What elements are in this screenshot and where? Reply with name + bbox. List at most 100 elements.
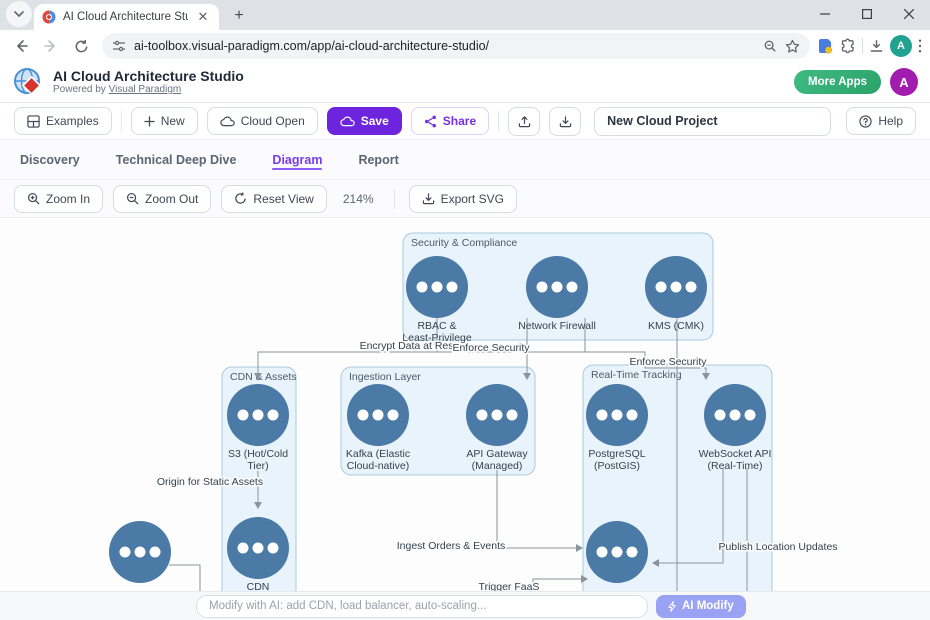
browser-urlbar: ai-toolbox.visual-paradigm.com/app/ai-cl… (0, 30, 930, 62)
node-kms[interactable]: KMS (CMK) (645, 256, 707, 332)
diagram-canvas[interactable]: Security & ComplianceCDN & AssetsIngesti… (0, 218, 930, 620)
project-name-input[interactable] (594, 107, 831, 136)
cloud-open-label: Cloud Open (241, 114, 305, 128)
bookmark-star-icon[interactable] (785, 39, 800, 54)
zoom-in-button[interactable]: Zoom In (14, 185, 103, 213)
visual-paradigm-link[interactable]: Visual Paradigm (109, 84, 182, 95)
tab-title: AI Cloud Architecture Studio (63, 11, 188, 23)
edge-label-0: Encrypt Data at Rest (360, 340, 457, 352)
examples-grid-icon (27, 115, 40, 128)
tab-technical-deep-dive[interactable]: Technical Deep Dive (116, 140, 237, 179)
tab-diagram[interactable]: Diagram (272, 140, 322, 179)
download-button[interactable] (549, 107, 581, 136)
node-dot (656, 282, 667, 293)
node-s3[interactable]: S3 (Hot/ColdTier) (227, 384, 289, 472)
group-label-security: Security & Compliance (411, 237, 517, 249)
divider (121, 111, 122, 131)
ai-prompt-input[interactable] (196, 595, 648, 618)
browser-profile-avatar[interactable]: A (890, 35, 912, 57)
node-dot (745, 410, 756, 421)
export-icon (422, 192, 435, 205)
node-dot (447, 282, 458, 293)
cloud-icon (220, 116, 235, 127)
visual-paradigm-logo-icon (12, 66, 44, 98)
tab-close-icon[interactable]: ✕ (195, 9, 211, 25)
zoom-out-icon (126, 192, 139, 205)
node-dot (627, 410, 638, 421)
node-dot (552, 282, 563, 293)
new-label: New (161, 114, 185, 128)
node-dot (268, 543, 279, 554)
node-dot (238, 410, 249, 421)
node-dot (597, 410, 608, 421)
downloads-icon[interactable] (869, 39, 884, 54)
kebab-menu-icon[interactable] (918, 39, 922, 53)
node-kafka[interactable]: Kafka (ElasticCloud-native) (346, 384, 410, 472)
node-dot (507, 410, 518, 421)
architecture-diagram: Security & ComplianceCDN & AssetsIngesti… (0, 218, 930, 620)
app-user-avatar[interactable]: A (890, 68, 918, 96)
node-dot (373, 410, 384, 421)
node-label-postgres: PostgreSQL(PostGIS) (588, 448, 645, 472)
edge-arrowhead (576, 544, 583, 552)
save-button[interactable]: Save (327, 107, 402, 135)
help-icon (859, 115, 872, 128)
node-client[interactable] (109, 521, 171, 583)
chrome-actions: A (818, 35, 922, 57)
close-window-icon[interactable] (888, 0, 930, 28)
node-label-apigw: API Gateway(Managed) (466, 448, 528, 472)
zoom-level-value: 214% (343, 192, 374, 206)
node-dot (253, 410, 264, 421)
edge-label-3: Origin for Static Assets (157, 476, 263, 488)
node-dot (432, 282, 443, 293)
main-toolbar: Examples New Cloud Open Save Share H (0, 103, 930, 140)
divider (862, 38, 863, 54)
back-icon[interactable] (8, 33, 34, 59)
site-settings-icon[interactable] (112, 39, 126, 53)
share-button[interactable]: Share (411, 107, 489, 135)
new-button[interactable]: New (131, 107, 198, 135)
zoom-out-label: Zoom Out (145, 192, 198, 206)
node-dot (388, 410, 399, 421)
help-button[interactable]: Help (846, 107, 916, 135)
reset-view-icon (234, 192, 247, 205)
export-svg-button[interactable]: Export SVG (409, 185, 517, 213)
import-button[interactable] (508, 107, 540, 136)
url-field[interactable]: ai-toolbox.visual-paradigm.com/app/ai-cl… (102, 33, 810, 59)
node-dot (627, 547, 638, 558)
cloud-open-button[interactable]: Cloud Open (207, 107, 318, 135)
node-postgres[interactable]: PostgreSQL(PostGIS) (586, 384, 648, 472)
tab-search-chevron-icon[interactable] (6, 1, 32, 27)
reset-view-button[interactable]: Reset View (221, 185, 326, 213)
edge-label-1: Enforce Security (452, 342, 530, 354)
ai-modify-button[interactable]: AI Modify (656, 595, 746, 618)
node-dot (150, 547, 161, 558)
browser-tab[interactable]: AI Cloud Architecture Studio ✕ (34, 4, 219, 30)
new-tab-button[interactable]: + (227, 7, 251, 25)
share-label: Share (443, 114, 476, 128)
node-apigw[interactable]: API Gateway(Managed) (466, 384, 528, 472)
window-controls (804, 0, 930, 28)
tab-report[interactable]: Report (358, 140, 398, 179)
page-title: AI Cloud Architecture Studio (53, 68, 785, 84)
examples-button[interactable]: Examples (14, 107, 112, 135)
node-label-kafka: Kafka (ElasticCloud-native) (346, 448, 410, 472)
export-svg-label: Export SVG (441, 192, 504, 206)
refresh-icon[interactable] (68, 33, 94, 59)
lens-icon[interactable] (818, 38, 834, 54)
forward-icon[interactable] (38, 33, 64, 59)
zoom-toolbar: Zoom In Zoom Out Reset View 214% Export … (0, 180, 930, 218)
node-dot (612, 547, 623, 558)
minimize-icon[interactable] (804, 0, 846, 28)
zoom-in-icon (27, 192, 40, 205)
tab-discovery[interactable]: Discovery (20, 140, 80, 179)
extensions-puzzle-icon[interactable] (840, 38, 856, 54)
node-faas[interactable] (586, 521, 648, 583)
zoom-out-button[interactable]: Zoom Out (113, 185, 211, 213)
node-label-kms: KMS (CMK) (648, 320, 704, 332)
url-text[interactable]: ai-toolbox.visual-paradigm.com/app/ai-cl… (134, 39, 755, 53)
maximize-icon[interactable] (846, 0, 888, 28)
zoom-indicator-icon[interactable] (763, 39, 777, 53)
app-header: AI Cloud Architecture Studio Powered by … (0, 62, 930, 103)
more-apps-button[interactable]: More Apps (794, 70, 881, 94)
